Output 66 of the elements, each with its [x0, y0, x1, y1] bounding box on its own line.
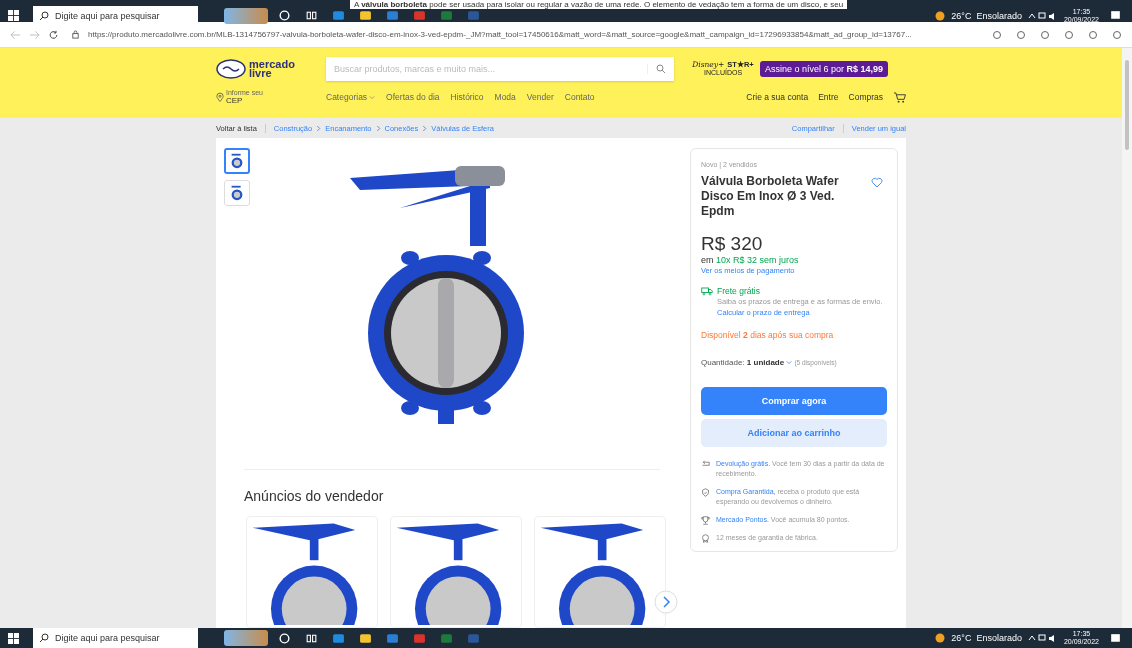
availability-text: Disponível 2 dias após sua compra	[701, 330, 835, 340]
account-link[interactable]: Crie a sua conta	[746, 92, 809, 102]
shield-check-icon	[701, 488, 710, 497]
notification-icon[interactable]	[1109, 9, 1122, 22]
app-icon[interactable]	[359, 631, 372, 645]
cart-icon[interactable]	[893, 91, 906, 103]
logo-text[interactable]: mercado livre	[249, 60, 295, 78]
windows-icon[interactable]	[8, 632, 19, 644]
nav-link[interactable]: Vender	[526, 92, 554, 102]
browser-toolbar-icon[interactable]	[1064, 29, 1074, 40]
account-link[interactable]: Compras	[848, 92, 883, 102]
handshake-logo-icon[interactable]	[216, 59, 246, 79]
installments-prefix: em	[701, 255, 714, 265]
sun-icon[interactable]	[935, 10, 946, 21]
account-link[interactable]: Entre	[818, 92, 839, 102]
nav-link[interactable]: Ofertas do dia	[386, 92, 440, 102]
chevron-right-icon	[375, 124, 381, 132]
page-text-snippet: A válvula borboleta pode ser usada para isolar ou regular a vazão de uma rede. O elemento de vedação tem a forma de um disco, e seu	[350, 0, 848, 9]
trophy-icon	[701, 516, 710, 525]
chevron-right-icon	[422, 124, 428, 132]
heart-icon[interactable]	[871, 177, 883, 188]
nav-link[interactable]: Contato	[564, 92, 595, 102]
add-to-cart-button[interactable]: Adicionar ao carrinho	[701, 419, 887, 447]
price: R$ 320	[701, 233, 764, 255]
url-field[interactable]: https://produto.mercadolivre.com.br/MLB-1314756797-valvula-borboleta-wafer-disco-em-inox-3-ved-epdm-_JM?matt_tool=17450616&matt_word=&matt_source=google&matt_campaign_id=17296933854&matt_ad_group_id=13767...	[88, 30, 978, 39]
nav-link[interactable]: Moda	[494, 92, 516, 102]
thumbnail[interactable]	[224, 148, 250, 174]
nav-link[interactable]: Histórico	[450, 92, 484, 102]
task-view-icon[interactable]	[305, 9, 318, 22]
scrollbar[interactable]	[1122, 48, 1132, 628]
browser-toolbar-icon[interactable]	[1016, 29, 1026, 40]
quantity-label: Quantidade:	[701, 358, 745, 367]
search-icon	[39, 633, 49, 643]
windows-icon[interactable]	[8, 10, 19, 21]
installments-text: 10x R$ 32 sem juros	[716, 255, 799, 265]
location-value[interactable]: CEP	[226, 97, 263, 105]
notification-icon[interactable]	[1109, 631, 1122, 645]
browser-toolbar-icon[interactable]	[1040, 29, 1050, 40]
truck-icon	[701, 286, 713, 296]
search-icon[interactable]	[647, 64, 666, 74]
medal-icon	[701, 534, 710, 543]
search-icon	[39, 10, 49, 21]
taskbar-search-field[interactable]: Digite aqui para pesquisar	[33, 628, 198, 648]
chevron-right-icon	[316, 124, 322, 132]
nav-link[interactable]: Categorias	[326, 92, 376, 102]
circle-icon[interactable]	[278, 9, 291, 22]
browser-toolbar-icon[interactable]	[1088, 29, 1098, 40]
weather-text[interactable]: 26°C Ensolarado	[951, 633, 1022, 643]
subscribe-button[interactable]: Assine o nível 6 por R$ 14,99	[760, 61, 889, 77]
section-title: Anúncios do vendedor	[244, 488, 385, 504]
buy-now-button[interactable]: Comprar agora	[701, 387, 887, 415]
quantity-selector[interactable]: 1 unidade	[746, 358, 785, 367]
app-icon[interactable]	[332, 9, 345, 22]
app-icon[interactable]	[332, 631, 345, 645]
circle-icon[interactable]	[278, 631, 291, 645]
browser-toolbar-icon[interactable]	[1112, 29, 1122, 40]
app-icon[interactable]	[359, 9, 372, 22]
browser-toolbar-icon[interactable]	[992, 29, 1002, 40]
location-pin-icon[interactable]	[216, 91, 224, 103]
sun-icon[interactable]	[935, 633, 946, 643]
reload-icon[interactable]	[48, 29, 59, 40]
weather-text[interactable]: 26°C Ensolarado	[951, 10, 1022, 21]
product-title: Válvula Borboleta Wafer Disco Em Inox Ø 3 Ved. Epdm	[701, 174, 840, 219]
return-arrow-icon	[701, 460, 710, 469]
free-shipping-label: Frete grátis	[717, 286, 761, 296]
lock-icon[interactable]	[71, 30, 80, 39]
